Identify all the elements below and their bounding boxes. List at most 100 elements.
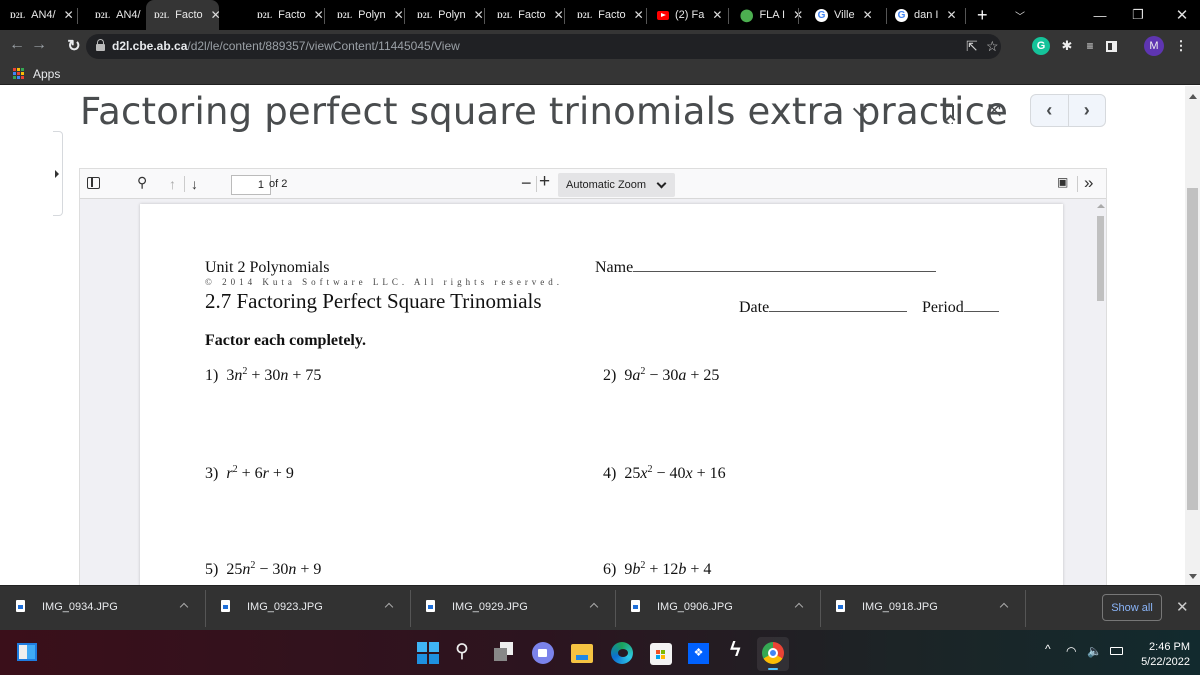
search-icon[interactable]: ⚲ [455, 640, 477, 662]
browser-tab[interactable]: D2L Facto ✕ [497, 0, 567, 30]
task-view-icon[interactable] [494, 642, 516, 664]
bookmark-icon[interactable] [944, 105, 954, 119]
tools-more-button[interactable]: » [1084, 173, 1093, 193]
close-tab-icon[interactable]: ✕ [634, 8, 644, 22]
system-clock[interactable]: 2:46 PM 5/22/2022 [1132, 640, 1190, 670]
problem: 3) r2 + 6r + 9 [205, 464, 294, 483]
close-tab-icon[interactable]: ✕ [314, 8, 324, 22]
browser-tab[interactable]: ⬤ FLA I ✕ [740, 0, 810, 30]
find-search-icon[interactable]: ⚲ [137, 174, 147, 191]
previous-topic-button[interactable]: ‹ [1031, 95, 1069, 126]
chrome-taskbar-button[interactable] [757, 637, 789, 671]
downloads-bar: IMG_0934.JPG IMG_0923.JPG IMG_0929.JPG I… [0, 585, 1200, 630]
close-tab-icon[interactable]: ✕ [863, 8, 873, 22]
previous-page-arrow-icon[interactable]: ↑ [169, 176, 176, 192]
browser-tab[interactable]: D2L Facto ✕ [257, 0, 327, 30]
zoom-in-button[interactable]: + [539, 171, 550, 193]
browser-tab[interactable]: G dan I ✕ [895, 0, 970, 30]
battery-icon[interactable] [1110, 647, 1123, 655]
close-tab-icon[interactable]: ✕ [946, 8, 956, 22]
reload-button[interactable]: ↻ [63, 36, 85, 56]
page-count-label: of 2 [269, 178, 288, 190]
close-window-button[interactable]: ✕ [1162, 0, 1200, 30]
zoom-select[interactable]: Automatic Zoom [558, 173, 675, 197]
scroll-down-arrow-icon[interactable] [1189, 574, 1197, 579]
page-scrollbar[interactable] [1185, 86, 1200, 585]
next-topic-button[interactable]: › [1069, 95, 1106, 126]
wifi-icon[interactable]: ◠ [1066, 644, 1076, 658]
profile-avatar[interactable]: M [1144, 36, 1164, 56]
show-hidden-icons-chevron[interactable]: ^ [1045, 642, 1051, 656]
fullscreen-icon[interactable]: ⤧ [988, 102, 1001, 120]
google-maps-icon: ⬤ [740, 7, 754, 22]
show-all-downloads-button[interactable]: Show all [1102, 594, 1162, 621]
tab-search-icon[interactable]: ﹀ [1000, 0, 1040, 30]
browser-tab[interactable]: D2L AN4/ ✕ [10, 0, 90, 30]
back-button[interactable]: ← [6, 36, 28, 54]
toggle-sidebar-icon[interactable] [87, 177, 100, 189]
page-scrollbar-thumb[interactable] [1187, 188, 1198, 510]
close-tab-icon[interactable]: ✕ [211, 8, 221, 22]
download-filename: IMG_0929.JPG [452, 601, 528, 613]
pdf-scrollbar[interactable] [1095, 200, 1107, 585]
chrome-menu-icon[interactable]: ⋮ [1172, 37, 1190, 55]
download-options-chevron-icon[interactable] [384, 602, 394, 612]
pdf-scrollbar-thumb[interactable] [1097, 216, 1104, 301]
download-item[interactable]: IMG_0923.JPG [205, 586, 410, 631]
close-tab-icon[interactable]: ✕ [554, 8, 564, 22]
page-number-input[interactable]: 1 [231, 175, 271, 195]
minimize-button[interactable]: — [1080, 0, 1120, 30]
topic-navigation: ‹ › [1030, 94, 1106, 127]
apps-grid-icon[interactable] [13, 68, 24, 79]
forward-button[interactable]: → [28, 36, 50, 54]
download-item[interactable]: IMG_0918.JPG [820, 586, 1025, 631]
side-panel-icon[interactable] [1102, 37, 1120, 55]
dropbox-icon[interactable]: ❖ [688, 643, 709, 664]
scroll-up-arrow-icon[interactable] [1097, 204, 1105, 208]
download-options-chevron-icon[interactable] [999, 602, 1009, 612]
browser-tab[interactable]: D2L Facto ✕ [577, 0, 647, 30]
restore-button[interactable]: ❐ [1118, 0, 1158, 30]
apps-bookmark[interactable]: Apps [33, 67, 60, 81]
browser-tab-active[interactable]: D2L Facto ✕ [146, 0, 221, 30]
next-page-arrow-icon[interactable]: ↓ [191, 176, 198, 192]
close-downloads-bar-icon[interactable]: ✕ [1176, 598, 1189, 616]
widgets-icon[interactable] [17, 643, 37, 661]
edge-icon[interactable] [611, 642, 633, 664]
url-text[interactable]: d2l.cbe.ab.ca/d2l/le/content/889357/view… [112, 39, 460, 53]
close-tab-icon[interactable]: ✕ [64, 8, 74, 22]
address-bar[interactable]: d2l.cbe.ab.ca/d2l/le/content/889357/view… [86, 34, 1001, 59]
reading-list-icon[interactable]: ≡ [1081, 37, 1099, 55]
winamp-icon[interactable]: ϟ [730, 639, 752, 661]
grammarly-extension-icon[interactable]: G [1032, 37, 1050, 55]
presentation-mode-icon[interactable]: ▣ [1057, 175, 1068, 189]
zoom-out-button[interactable]: − [521, 173, 532, 194]
lock-icon[interactable] [96, 39, 105, 51]
download-item[interactable]: IMG_0929.JPG [410, 586, 615, 631]
download-item[interactable]: IMG_0906.JPG [615, 586, 820, 631]
close-tab-icon[interactable]: ✕ [712, 8, 722, 22]
download-item[interactable]: IMG_0934.JPG [0, 586, 205, 631]
image-file-icon [631, 600, 640, 612]
download-options-chevron-icon[interactable] [794, 602, 804, 612]
scroll-up-arrow-icon[interactable] [1189, 94, 1197, 99]
browser-tab[interactable]: (2) Fa ✕ [657, 0, 727, 30]
expand-sidebar-toggle[interactable] [53, 131, 63, 216]
download-options-chevron-icon[interactable] [179, 602, 189, 612]
browser-tab[interactable]: D2L Polyn ✕ [337, 0, 407, 30]
file-explorer-icon[interactable] [571, 644, 593, 663]
close-tab-icon[interactable]: ✕ [474, 8, 484, 22]
browser-tab[interactable]: D2L Polyn ✕ [417, 0, 487, 30]
teams-chat-icon[interactable] [532, 642, 554, 664]
browser-tab[interactable]: G Ville ✕ [815, 0, 890, 30]
close-tab-icon[interactable]: ✕ [394, 8, 404, 22]
volume-icon[interactable]: 🔈 [1087, 644, 1102, 658]
extensions-puzzle-icon[interactable]: ✱ [1058, 37, 1076, 55]
share-icon[interactable]: ⇱ [966, 38, 978, 55]
windows-start-icon[interactable] [417, 642, 439, 664]
download-options-chevron-icon[interactable] [589, 602, 599, 612]
unit-label: Unit 2 Polynomials [205, 259, 330, 276]
bookmark-star-icon[interactable]: ☆ [986, 38, 999, 55]
microsoft-store-icon[interactable] [650, 643, 672, 665]
new-tab-button[interactable]: + [977, 0, 993, 30]
